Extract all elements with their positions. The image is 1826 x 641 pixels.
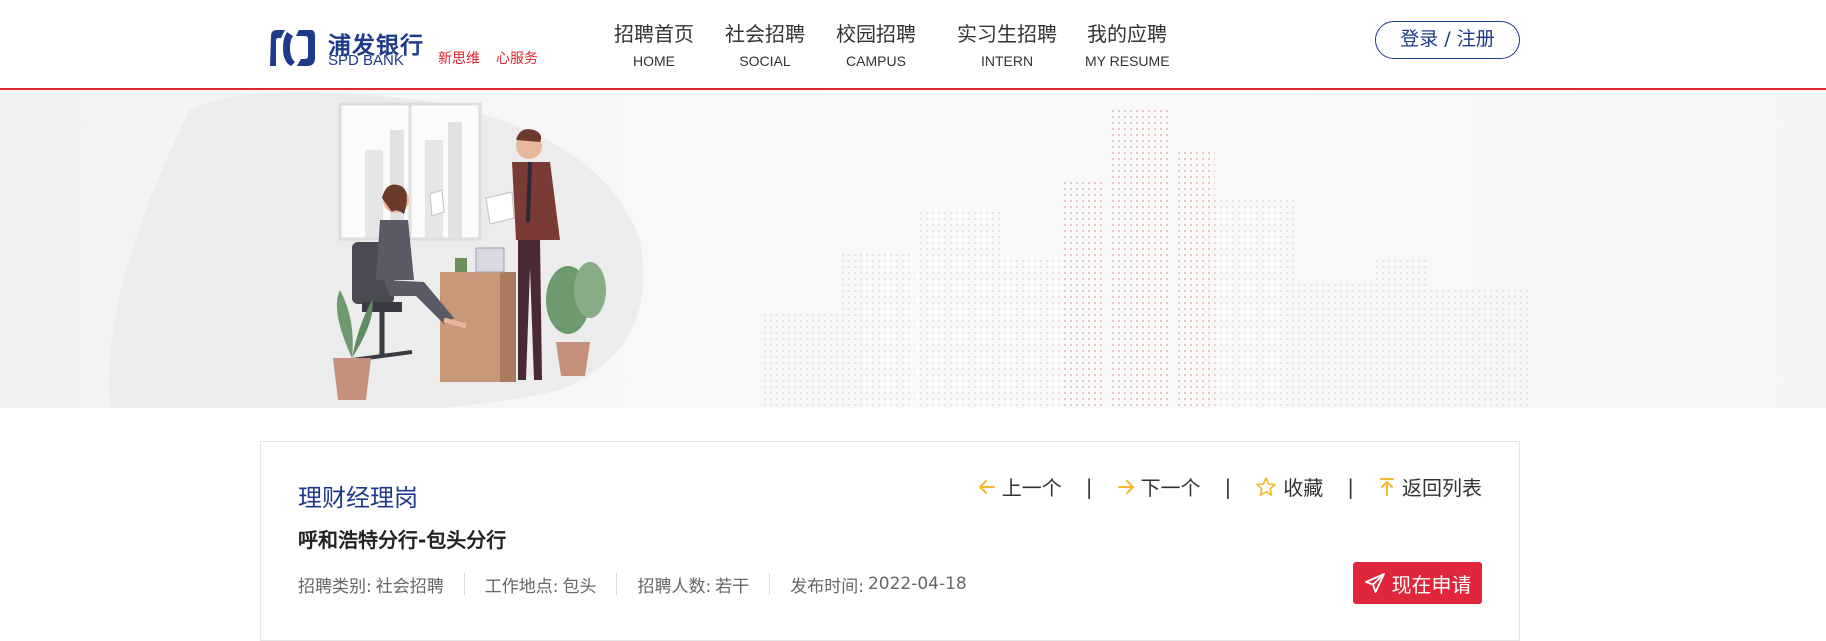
slogan-part-1: 新思维	[438, 51, 480, 67]
action-separator: |	[1085, 474, 1093, 499]
prev-job-button[interactable]: 上一个	[978, 472, 1062, 501]
meta-category: 招聘类别: 社会招聘	[298, 572, 444, 597]
nav-item-sublabel: MY RESUME	[1085, 53, 1170, 69]
nav-item-label: 实习生招聘	[957, 22, 1057, 46]
meta-value: 若干	[715, 576, 750, 597]
job-detail-card: 理财经理岗 呼和浩特分行-包头分行 招聘类别: 社会招聘 工作地点: 包头 招聘…	[260, 441, 1520, 641]
job-meta: 招聘类别: 社会招聘 工作地点: 包头 招聘人数: 若干 发布时间: 2022-…	[298, 572, 967, 597]
brand-name-en: SPD BANK	[328, 52, 404, 69]
spd-logo-icon	[270, 30, 315, 66]
action-separator: |	[1347, 474, 1354, 499]
arrow-up-icon	[1380, 477, 1394, 496]
nav-item-my-resume[interactable]: 我的应聘 MY RESUME	[1085, 18, 1170, 69]
favorite-button[interactable]: 收藏	[1255, 472, 1323, 501]
nav-item-label: 校园招聘	[836, 22, 916, 46]
login-register-button[interactable]: 登录 / 注册	[1375, 21, 1520, 59]
nav-item-intern[interactable]: 实习生招聘 INTERN	[955, 18, 1059, 69]
apply-now-button[interactable]: 现在申请	[1353, 562, 1482, 604]
favorite-label: 收藏	[1283, 476, 1324, 500]
back-to-list-button[interactable]: 返回列表	[1378, 472, 1482, 501]
site-header: 浦发银行 SPD BANK 新思维 心服务 招聘首页 HOME 社会招聘 SOCI…	[0, 0, 1826, 90]
prev-job-label: 上一个	[1001, 476, 1062, 500]
meta-headcount: 招聘人数: 若干	[637, 572, 749, 597]
next-job-button[interactable]: 下一个	[1117, 472, 1201, 501]
star-icon	[1256, 476, 1277, 496]
job-actions: 上一个 | 下一个 | 收藏 | 返回列表	[978, 472, 1482, 501]
meta-value: 2022-04-18	[867, 574, 967, 594]
nav-item-home[interactable]: 招聘首页 HOME	[612, 18, 696, 69]
nav-item-label: 招聘首页	[614, 22, 694, 46]
nav-item-campus[interactable]: 校园招聘 CAMPUS	[834, 18, 918, 69]
meta-label: 招聘人数:	[637, 576, 712, 597]
back-to-list-label: 返回列表	[1402, 476, 1482, 500]
job-title: 理财经理岗	[298, 484, 418, 512]
meta-location: 工作地点: 包头	[485, 572, 597, 597]
paper-plane-icon	[1364, 573, 1385, 593]
meta-label: 工作地点:	[484, 576, 559, 597]
job-branch: 呼和浩特分行-包头分行	[298, 528, 507, 552]
meta-label: 招聘类别:	[298, 576, 372, 597]
nav-item-sublabel: HOME	[633, 53, 675, 69]
nav-item-sublabel: INTERN	[980, 53, 1034, 69]
arrow-left-icon	[978, 479, 995, 494]
nav-item-sublabel: CAMPUS	[846, 53, 906, 69]
apply-now-label: 现在申请	[1391, 572, 1472, 597]
nav-item-label: 我的应聘	[1087, 22, 1167, 46]
hero-banner	[0, 90, 1826, 408]
next-job-label: 下一个	[1140, 476, 1201, 500]
meta-publish-date: 发布时间: 2022-04-18	[790, 572, 967, 597]
action-separator: |	[1224, 474, 1232, 499]
meta-divider	[616, 573, 618, 595]
meta-value: 社会招聘	[375, 576, 444, 597]
nav-item-sublabel: SOCIAL	[739, 53, 791, 69]
meta-divider	[769, 573, 771, 595]
nav-item-social[interactable]: 社会招聘 SOCIAL	[723, 18, 807, 69]
meta-label: 发布时间:	[790, 576, 864, 597]
slogan-part-2: 心服务	[496, 51, 538, 67]
brand-slogan: 新思维 心服务	[438, 48, 538, 68]
nav-item-label: 社会招聘	[725, 22, 805, 46]
arrow-right-icon	[1117, 479, 1134, 494]
meta-divider	[463, 573, 465, 595]
banner-illustration	[109, 92, 1530, 408]
meta-value: 包头	[562, 576, 597, 597]
